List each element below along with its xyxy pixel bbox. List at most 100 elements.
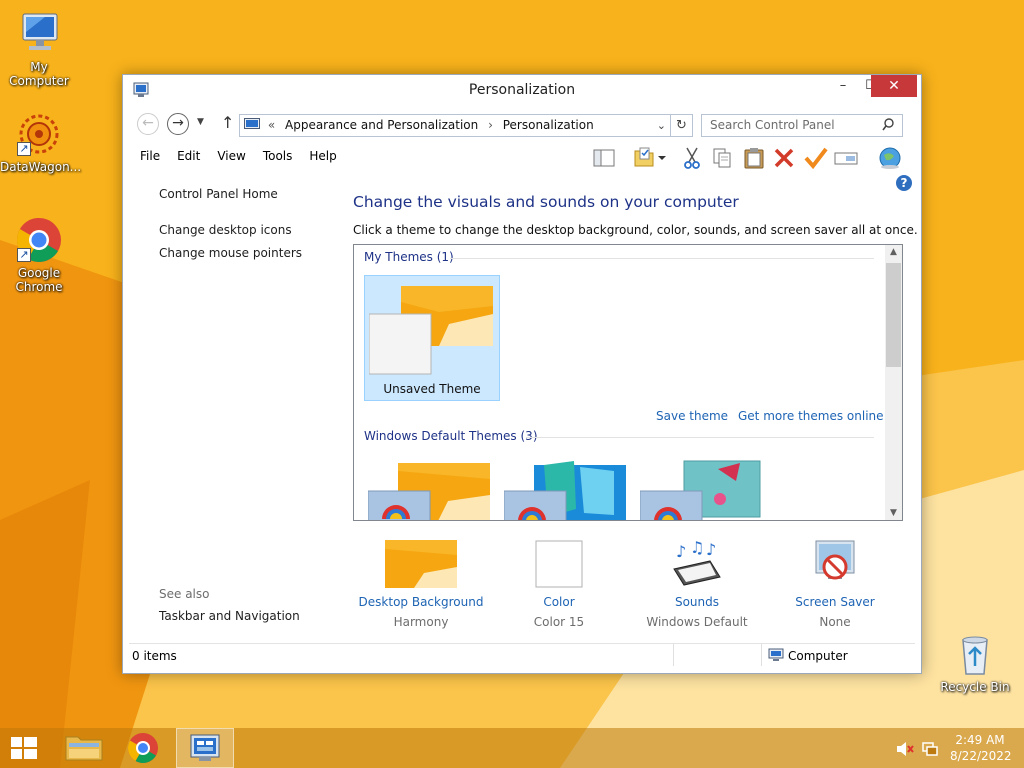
windows-logo-icon — [11, 737, 37, 759]
control-panel-icon — [244, 118, 260, 129]
scroll-thumb[interactable] — [886, 263, 901, 367]
address-overflow-icon[interactable]: « — [268, 118, 275, 132]
sounds-icon: ♪ ♫ ♪ — [673, 538, 721, 586]
color-icon — [535, 540, 583, 588]
minimize-button[interactable]: – — [829, 75, 857, 97]
taskbar-chrome[interactable] — [115, 728, 171, 768]
theme-thumb-flowers[interactable] — [640, 459, 764, 521]
rename-icon[interactable] — [833, 145, 859, 171]
layout-icon[interactable] — [591, 145, 617, 171]
desktop-icon-google-chrome[interactable]: ↗ Google Chrome — [0, 216, 78, 294]
color-value: Color 15 — [533, 615, 585, 629]
color-setting[interactable]: Color Color 15 — [489, 539, 629, 629]
windows-default-themes-label: Windows Default Themes (3) — [364, 429, 538, 443]
change-desktop-icons-link[interactable]: Change desktop icons — [159, 223, 292, 237]
breadcrumb-separator-icon: › — [488, 118, 493, 132]
paste-icon[interactable] — [741, 145, 767, 171]
sounds-value: Windows Default — [646, 615, 748, 629]
toolbar — [591, 143, 921, 173]
status-item-count: 0 items — [132, 649, 177, 663]
desktop-icon-recycle-bin[interactable]: Recycle Bin — [936, 630, 1014, 694]
taskbar-control-panel[interactable] — [176, 728, 234, 768]
address-dropdown-icon[interactable]: ⌄ — [657, 115, 666, 136]
sounds-label: Sounds — [674, 595, 720, 609]
desktop-background-icon — [385, 540, 457, 588]
back-button[interactable]: ← — [137, 113, 159, 135]
taskbar-file-explorer[interactable] — [56, 728, 112, 768]
desktop-icon-my-computer[interactable]: My Computer — [0, 10, 78, 88]
help-icon[interactable]: ? — [896, 175, 912, 191]
computer-icon — [15, 10, 63, 58]
recycle-bin-icon — [951, 630, 999, 678]
globe-icon[interactable] — [877, 145, 903, 171]
shortcut-arrow-icon: ↗ — [17, 142, 31, 156]
menu-tools[interactable]: Tools — [254, 145, 301, 167]
theme-list[interactable]: My Themes (1) Unsaved Theme Save theme G… — [353, 244, 903, 521]
folder-icon — [65, 736, 103, 761]
taskbar-navigation-link[interactable]: Taskbar and Navigation — [159, 609, 300, 623]
desktop-icon-label: DataWagon... — [0, 160, 82, 174]
control-panel-home-link[interactable]: Control Panel Home — [159, 187, 278, 201]
scroll-up-arrow-icon[interactable]: ▲ — [885, 247, 902, 257]
theme-list-scrollbar[interactable]: ▲ ▼ — [885, 245, 902, 520]
group-divider — [450, 258, 874, 259]
desktop-background-setting[interactable]: Desktop Background Harmony — [351, 539, 491, 629]
desktop-background-value: Harmony — [393, 615, 449, 629]
svg-text:♪: ♪ — [676, 542, 686, 561]
cut-icon[interactable] — [679, 145, 705, 171]
status-divider — [761, 644, 762, 666]
title-bar[interactable]: Personalization – ☐ ✕ — [123, 75, 921, 105]
copy-icon[interactable] — [709, 145, 735, 171]
group-divider — [526, 437, 874, 438]
start-button[interactable] — [0, 728, 56, 768]
menu-bar: File Edit View Tools Help — [131, 145, 345, 169]
scroll-down-arrow-icon[interactable]: ▼ — [885, 508, 902, 518]
clock-time[interactable]: 2:49 AM — [950, 733, 1010, 747]
address-bar[interactable]: « Appearance and Personalization › Perso… — [239, 114, 671, 137]
dropdown-icon[interactable] — [655, 145, 669, 171]
screen-saver-label: Screen Saver — [795, 595, 875, 609]
unsaved-theme-preview — [369, 286, 493, 375]
status-location: Computer — [788, 649, 848, 663]
menu-edit[interactable]: Edit — [168, 145, 208, 167]
screen-saver-icon — [815, 540, 855, 580]
recent-locations-dropdown[interactable]: ▼ — [197, 117, 204, 127]
theme-thumb-windows[interactable] — [368, 461, 492, 521]
status-bar: 0 items Computer — [129, 643, 915, 667]
desktop-icon-datawagon[interactable]: ↗ DataWagon... — [0, 110, 82, 174]
properties-icon[interactable] — [631, 145, 657, 171]
shortcut-arrow-icon: ↗ — [17, 248, 31, 262]
change-mouse-pointers-link[interactable]: Change mouse pointers — [159, 246, 302, 260]
network-icon[interactable] — [922, 741, 938, 757]
status-divider — [673, 644, 674, 666]
forward-button[interactable]: → — [167, 113, 189, 135]
close-button[interactable]: ✕ — [871, 75, 917, 97]
menu-file[interactable]: File — [131, 145, 168, 167]
save-theme-link[interactable]: Save theme — [656, 409, 728, 423]
chrome-icon — [127, 733, 158, 764]
svg-text:♫: ♫ — [690, 539, 704, 557]
delete-icon[interactable] — [771, 145, 797, 171]
sounds-setting[interactable]: ♪ ♫ ♪ Sounds Windows Default — [627, 538, 767, 629]
breadcrumb-appearance[interactable]: Appearance and Personalization — [285, 118, 478, 132]
window-title: Personalization — [468, 82, 576, 98]
color-label: Color — [543, 595, 575, 609]
volume-muted-icon[interactable] — [896, 741, 914, 757]
theme-thumb-lines-and-colors[interactable] — [504, 459, 628, 521]
search-input[interactable]: Search Control Panel — [701, 114, 903, 137]
menu-help[interactable]: Help — [300, 145, 344, 167]
menu-view[interactable]: View — [208, 145, 253, 167]
see-also-label: See also — [159, 587, 210, 601]
svg-text:♪: ♪ — [706, 540, 716, 559]
unsaved-theme-tile[interactable]: Unsaved Theme — [364, 275, 500, 401]
refresh-button[interactable]: ↻ — [671, 114, 693, 137]
breadcrumb-personalization[interactable]: Personalization — [503, 118, 594, 132]
up-button[interactable]: ↑ — [221, 113, 234, 132]
screen-saver-setting[interactable]: Screen Saver None — [765, 539, 905, 629]
get-more-themes-link[interactable]: Get more themes online — [738, 409, 884, 423]
desktop-background-label: Desktop Background — [358, 595, 484, 609]
desktop-icon-label: My Computer — [9, 60, 69, 88]
clock-date[interactable]: 8/22/2022 — [950, 749, 1012, 763]
checkmark-icon[interactable] — [803, 145, 829, 171]
datawagon-icon: ↗ — [15, 110, 63, 158]
